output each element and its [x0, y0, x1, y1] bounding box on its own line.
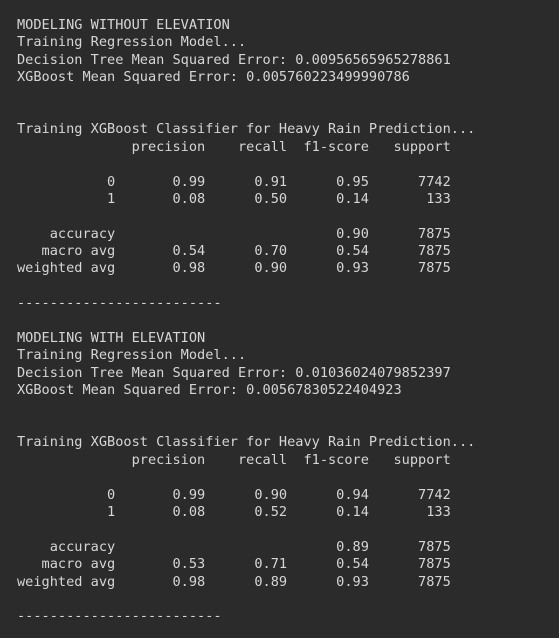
report-header: precision recall f1-score support [17, 138, 451, 155]
report-row-macro-avg: macro avg 0.53 0.71 0.54 7875 [17, 556, 451, 573]
section-header: MODELING WITH ELEVATION [17, 330, 206, 347]
separator: ------------------------- [17, 295, 222, 312]
decision-tree-mse: Decision Tree Mean Squared Error: 0.0095… [17, 51, 451, 68]
report-row-class-1: 1 0.08 0.50 0.14 133 [17, 190, 451, 207]
classifier-title: Training XGBoost Classifier for Heavy Ra… [17, 434, 476, 451]
report-row-class-0: 0 0.99 0.90 0.94 7742 [17, 486, 451, 503]
classifier-title: Training XGBoost Classifier for Heavy Ra… [17, 121, 476, 138]
xgboost-mse: XGBoost Mean Squared Error: 0.0057602234… [17, 69, 410, 86]
separator: ------------------------- [17, 608, 222, 625]
report-header: precision recall f1-score support [17, 451, 451, 468]
status-line: Training Regression Model... [17, 347, 247, 364]
report-row-accuracy: accuracy 0.90 7875 [17, 225, 451, 242]
decision-tree-mse: Decision Tree Mean Squared Error: 0.0103… [17, 364, 451, 381]
report-row-class-1: 1 0.08 0.52 0.14 133 [17, 503, 451, 520]
report-row-class-0: 0 0.99 0.91 0.95 7742 [17, 173, 451, 190]
report-row-weighted-avg: weighted avg 0.98 0.89 0.93 7875 [17, 573, 451, 590]
terminal-output: MODELING WITHOUT ELEVATION Training Regr… [0, 0, 559, 638]
report-row-macro-avg: macro avg 0.54 0.70 0.54 7875 [17, 243, 451, 260]
xgboost-mse: XGBoost Mean Squared Error: 0.0056783052… [17, 382, 402, 399]
section-header: MODELING WITHOUT ELEVATION [17, 17, 230, 33]
report-row-accuracy: accuracy 0.89 7875 [17, 538, 451, 555]
status-line: Training Regression Model... [17, 34, 247, 51]
report-row-weighted-avg: weighted avg 0.98 0.90 0.93 7875 [17, 260, 451, 277]
